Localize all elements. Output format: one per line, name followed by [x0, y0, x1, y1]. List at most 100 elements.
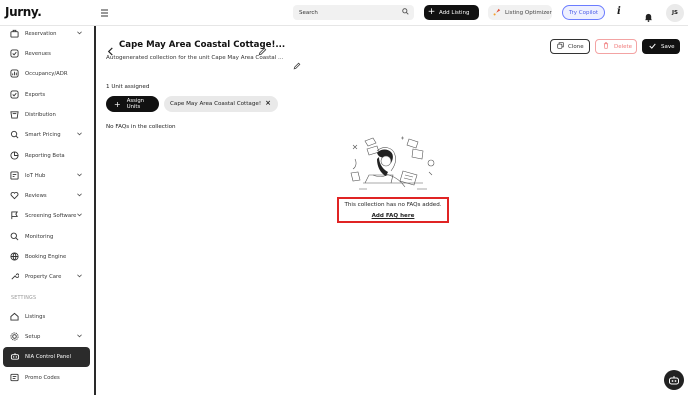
sidebar-item-reservation[interactable]: Reservation — [3, 24, 90, 44]
bell-icon[interactable] — [644, 7, 653, 26]
assign-units-label: Assign Units — [126, 98, 145, 110]
add-listing-button[interactable]: + Add Listing — [424, 5, 479, 20]
pricing-icon — [10, 130, 20, 140]
search-icon — [10, 232, 20, 242]
sidebar-item-screening-software[interactable]: Screening Software — [3, 206, 90, 226]
sidebar-item-label: Booking Engine — [25, 254, 67, 260]
sidebar-item-monitoring[interactable]: Monitoring — [3, 227, 90, 247]
top-bar: Jurny. Search + Add Listing Listing Opti… — [0, 0, 688, 26]
sidebar-item-label: Reporting Beta — [25, 153, 65, 159]
settings-section-label: SETTINGS — [11, 296, 37, 301]
sidebar-item-reviews[interactable]: Reviews — [3, 186, 90, 206]
dollar-icon — [10, 49, 20, 59]
search-icon — [402, 8, 409, 17]
sidebar-item-promo-codes[interactable]: Promo Codes — [3, 368, 90, 388]
gear-icon — [10, 332, 20, 342]
sidebar-item-smart-pricing[interactable]: Smart Pricing — [3, 125, 90, 145]
sidebar-item-label: Property Care — [25, 274, 62, 280]
empty-state-illustration — [343, 131, 439, 197]
sidebar-item-nia-control-panel[interactable]: NIA Control Panel — [3, 347, 90, 367]
assign-units-button[interactable]: + Assign Units — [106, 96, 159, 112]
iot-icon — [10, 171, 20, 181]
sidebar-item-label: Occupancy/ADR — [25, 71, 68, 77]
report-icon — [10, 151, 20, 161]
sidebar-item-listings[interactable]: Listings — [3, 307, 90, 327]
robot-icon — [668, 371, 680, 390]
faqs-section-label: No FAQs in the collection — [106, 124, 176, 130]
chart-icon — [10, 69, 20, 79]
save-label: Save — [661, 43, 675, 50]
save-button[interactable]: Save — [642, 39, 680, 54]
delete-label: Delete — [614, 43, 633, 50]
sidebar-item-revenues[interactable]: Revenues — [3, 44, 90, 64]
sidebar-item-property-care[interactable]: Property Care — [3, 267, 90, 287]
sidebar-item-label: Smart Pricing — [25, 132, 61, 138]
sidebar-item-label: Listings — [25, 314, 46, 320]
search-placeholder: Search — [299, 9, 318, 16]
avatar[interactable]: JS — [666, 4, 684, 22]
copy-icon — [557, 42, 564, 51]
sidebar: Reservation Revenues Occupancy/ADR Expor… — [0, 26, 94, 395]
empty-state-message: This collection has no FAQs added. — [344, 202, 442, 208]
info-icon[interactable]: i — [617, 6, 621, 17]
sidebar-item-label: Promo Codes — [25, 375, 60, 381]
sidebar-item-label: Setup — [25, 334, 41, 340]
sidebar-item-label: Screening Software — [25, 213, 77, 219]
plus-icon: + — [114, 99, 121, 109]
sidebar-item-label: Revenues — [25, 51, 51, 57]
chevron-down-icon — [77, 274, 82, 280]
sidebar-item-booking-engine[interactable]: Booking Engine — [3, 247, 90, 267]
unit-chip: Cape May Area Coastal Cottage! × — [164, 96, 278, 112]
unit-chip-label: Cape May Area Coastal Cottage! — [170, 101, 262, 107]
sidebar-item-label: Reviews — [25, 193, 47, 199]
export-icon — [10, 90, 20, 100]
sidebar-item-label: Exports — [25, 92, 46, 98]
plus-icon: + — [427, 7, 436, 17]
home-icon — [10, 312, 20, 322]
sidebar-item-label: Distribution — [25, 112, 56, 118]
chevron-down-icon — [77, 132, 82, 138]
listing-optimizer-label: Listing Optimizer — [505, 9, 552, 16]
promo-icon — [10, 373, 20, 383]
check-icon — [649, 43, 656, 51]
heart-icon — [10, 191, 20, 201]
sidebar-divider — [94, 26, 96, 395]
close-icon[interactable]: × — [265, 99, 271, 107]
sidebar-item-occupancy[interactable]: Occupancy/ADR — [3, 64, 90, 84]
sidebar-item-distribution[interactable]: Distribution — [3, 105, 90, 125]
clone-button[interactable]: Clone — [550, 39, 590, 54]
wrench-icon — [10, 272, 20, 282]
chatbot-button[interactable] — [664, 370, 684, 390]
robot-icon — [10, 352, 20, 362]
sidebar-item-label: Monitoring — [25, 234, 54, 240]
globe-icon — [10, 252, 20, 262]
collection-description: Autogenerated collection for the unit Ca… — [106, 55, 284, 61]
suitcase-icon — [10, 29, 20, 39]
rocket-icon — [493, 8, 501, 18]
chevron-down-icon — [77, 31, 82, 37]
sidebar-item-label: Reservation — [25, 31, 57, 37]
empty-state-highlight: This collection has no FAQs added. Add F… — [337, 197, 449, 223]
delete-button[interactable]: Delete — [595, 39, 637, 54]
flag-icon — [10, 211, 20, 221]
sidebar-item-reporting-beta[interactable]: Reporting Beta — [3, 146, 90, 166]
add-faq-link[interactable]: Add FAQ here — [339, 213, 447, 219]
chevron-down-icon — [77, 173, 82, 179]
clone-label: Clone — [568, 43, 584, 50]
sidebar-toggle-icon[interactable] — [98, 7, 110, 19]
sidebar-item-exports[interactable]: Exports — [3, 85, 90, 105]
sidebar-item-label: IoT Hub — [25, 173, 46, 179]
sidebar-item-iot-hub[interactable]: IoT Hub — [3, 166, 90, 186]
add-listing-label: Add Listing — [439, 9, 470, 16]
app-logo[interactable]: Jurny. — [5, 5, 42, 19]
trash-icon — [603, 42, 609, 51]
pencil-icon[interactable] — [293, 55, 301, 74]
chevron-down-icon — [77, 213, 82, 219]
sidebar-item-label: NIA Control Panel — [25, 354, 71, 360]
chevron-down-icon — [77, 334, 82, 340]
chevron-down-icon — [77, 193, 82, 199]
listing-optimizer-button[interactable]: Listing Optimizer — [488, 5, 552, 20]
sidebar-item-setup[interactable]: Setup — [3, 327, 90, 347]
search-input[interactable]: Search — [293, 5, 414, 20]
try-copilot-button[interactable]: Try Copilot — [562, 5, 605, 20]
